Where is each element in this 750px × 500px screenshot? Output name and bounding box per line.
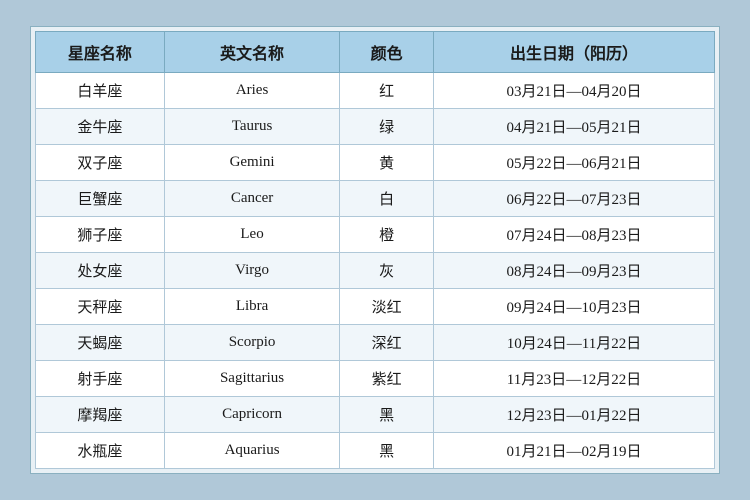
cell-cn: 天秤座: [36, 289, 165, 325]
cell-en: Capricorn: [164, 397, 340, 433]
cell-date: 11月23日—12月22日: [434, 361, 715, 397]
table-row: 双子座Gemini黄05月22日—06月21日: [36, 145, 715, 181]
cell-color: 淡红: [340, 289, 434, 325]
cell-en: Aries: [164, 73, 340, 109]
cell-en: Cancer: [164, 181, 340, 217]
header-color: 颜色: [340, 32, 434, 73]
table-row: 射手座Sagittarius紫红11月23日—12月22日: [36, 361, 715, 397]
cell-date: 05月22日—06月21日: [434, 145, 715, 181]
cell-cn: 狮子座: [36, 217, 165, 253]
cell-date: 10月24日—11月22日: [434, 325, 715, 361]
cell-color: 灰: [340, 253, 434, 289]
zodiac-table-wrapper: 星座名称 英文名称 颜色 出生日期（阳历） 白羊座Aries红03月21日—04…: [30, 26, 720, 474]
table-row: 巨蟹座Cancer白06月22日—07月23日: [36, 181, 715, 217]
cell-color: 绿: [340, 109, 434, 145]
cell-date: 01月21日—02月19日: [434, 433, 715, 469]
cell-date: 03月21日—04月20日: [434, 73, 715, 109]
cell-en: Aquarius: [164, 433, 340, 469]
header-row: 星座名称 英文名称 颜色 出生日期（阳历）: [36, 32, 715, 73]
header-en: 英文名称: [164, 32, 340, 73]
header-date: 出生日期（阳历）: [434, 32, 715, 73]
table-row: 天蝎座Scorpio深红10月24日—11月22日: [36, 325, 715, 361]
cell-cn: 白羊座: [36, 73, 165, 109]
table-row: 白羊座Aries红03月21日—04月20日: [36, 73, 715, 109]
cell-cn: 天蝎座: [36, 325, 165, 361]
table-row: 狮子座Leo橙07月24日—08月23日: [36, 217, 715, 253]
cell-cn: 双子座: [36, 145, 165, 181]
cell-en: Leo: [164, 217, 340, 253]
cell-date: 12月23日—01月22日: [434, 397, 715, 433]
cell-date: 08月24日—09月23日: [434, 253, 715, 289]
cell-date: 09月24日—10月23日: [434, 289, 715, 325]
cell-cn: 水瓶座: [36, 433, 165, 469]
cell-date: 04月21日—05月21日: [434, 109, 715, 145]
cell-en: Libra: [164, 289, 340, 325]
cell-cn: 摩羯座: [36, 397, 165, 433]
cell-date: 07月24日—08月23日: [434, 217, 715, 253]
cell-cn: 处女座: [36, 253, 165, 289]
cell-cn: 射手座: [36, 361, 165, 397]
cell-color: 黑: [340, 397, 434, 433]
header-cn: 星座名称: [36, 32, 165, 73]
cell-color: 深红: [340, 325, 434, 361]
cell-color: 橙: [340, 217, 434, 253]
cell-en: Taurus: [164, 109, 340, 145]
table-row: 天秤座Libra淡红09月24日—10月23日: [36, 289, 715, 325]
zodiac-table: 星座名称 英文名称 颜色 出生日期（阳历） 白羊座Aries红03月21日—04…: [35, 31, 715, 469]
cell-color: 红: [340, 73, 434, 109]
cell-date: 06月22日—07月23日: [434, 181, 715, 217]
cell-en: Virgo: [164, 253, 340, 289]
cell-en: Sagittarius: [164, 361, 340, 397]
table-row: 水瓶座Aquarius黑01月21日—02月19日: [36, 433, 715, 469]
cell-en: Gemini: [164, 145, 340, 181]
cell-en: Scorpio: [164, 325, 340, 361]
cell-cn: 金牛座: [36, 109, 165, 145]
cell-color: 紫红: [340, 361, 434, 397]
table-row: 处女座Virgo灰08月24日—09月23日: [36, 253, 715, 289]
cell-color: 白: [340, 181, 434, 217]
cell-color: 黑: [340, 433, 434, 469]
cell-cn: 巨蟹座: [36, 181, 165, 217]
cell-color: 黄: [340, 145, 434, 181]
table-row: 金牛座Taurus绿04月21日—05月21日: [36, 109, 715, 145]
table-row: 摩羯座Capricorn黑12月23日—01月22日: [36, 397, 715, 433]
